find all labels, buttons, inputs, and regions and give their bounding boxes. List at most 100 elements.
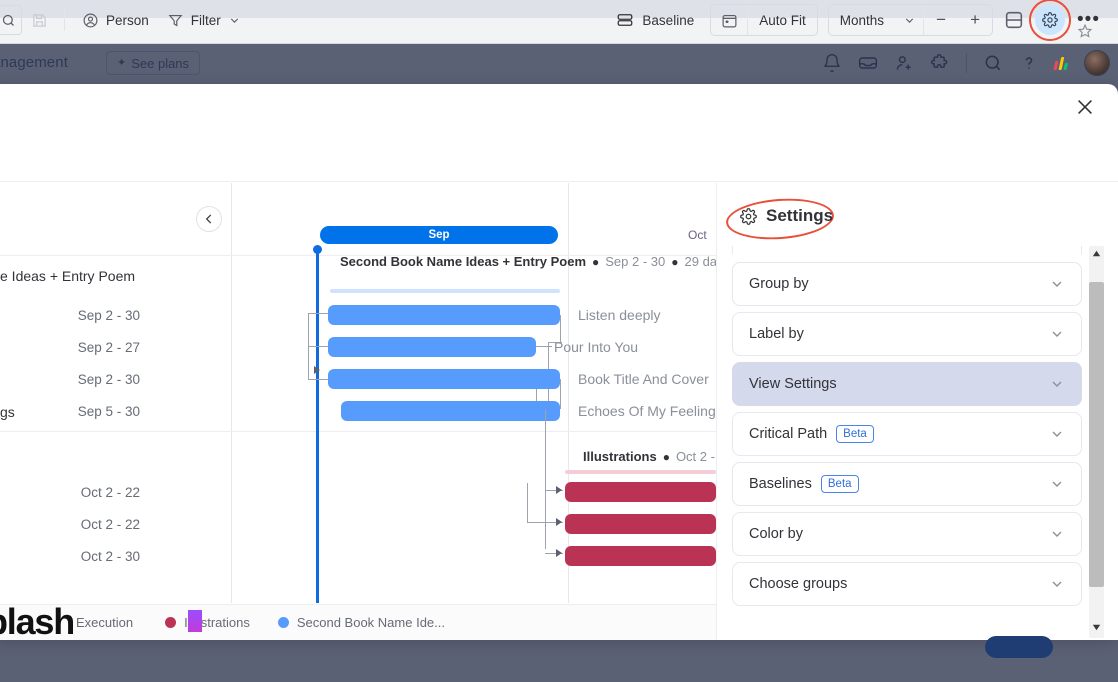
dependency-arrow-icon: [556, 549, 562, 557]
accordion-label: Baselines: [749, 476, 812, 492]
zoom-level-chevron[interactable]: [895, 5, 923, 35]
chevron-down-icon: [230, 17, 238, 23]
group-header-illustrations[interactable]: Illustrations ● Oct 2 -: [583, 449, 715, 464]
gantt-bar-label: Pour Into You: [554, 339, 639, 355]
avatar[interactable]: [1084, 50, 1110, 76]
table-cell-date[interactable]: Sep 2 - 27: [60, 340, 140, 355]
table-row-name[interactable]: gs: [0, 404, 15, 420]
gantt-bar-echoes-of-my-feelings[interactable]: [341, 401, 560, 421]
table-row-name[interactable]: e Ideas + Entry Poem: [0, 268, 135, 284]
group-date-range: Oct 2 -: [675, 449, 715, 464]
chevron-left-icon: [205, 214, 212, 224]
accordion-choose-groups[interactable]: Choose groups: [732, 562, 1082, 606]
dependency-arrow-icon: [556, 486, 562, 494]
accordion-critical-path[interactable]: Critical Path Beta: [732, 412, 1082, 456]
table-cell-date[interactable]: Oct 2 - 22: [60, 517, 140, 532]
legend-color-dot: [165, 617, 177, 628]
person-filter-button[interactable]: Person: [73, 5, 158, 35]
zoom-level-select[interactable]: Months: [829, 5, 895, 35]
accordion-label-by[interactable]: Label by: [732, 312, 1082, 356]
dependency-line: [560, 379, 562, 409]
timeline-month-divider: [568, 183, 569, 603]
month-header-oct[interactable]: Oct: [688, 228, 707, 242]
save-button[interactable]: [22, 5, 56, 35]
accordion-view-settings[interactable]: View Settings: [732, 362, 1082, 406]
gantt-bar-listen-deeply[interactable]: [328, 305, 560, 325]
legend-item-second-book[interactable]: Second Book Name Ide...: [277, 615, 445, 630]
group-progress-bar: [565, 470, 716, 474]
more-options-button[interactable]: •••: [1075, 10, 1102, 29]
group-header-second-book[interactable]: Second Book Name Ideas + Entry Poem ● Se…: [340, 254, 716, 269]
obscured-floating-button[interactable]: [985, 636, 1053, 658]
split-view-icon[interactable]: [1003, 9, 1025, 31]
inbox-icon[interactable]: [858, 53, 878, 73]
zoom-group: Months − +: [827, 4, 994, 36]
gantt-bar-illustration-3[interactable]: [565, 546, 716, 566]
settings-panel-title: Settings: [740, 206, 833, 226]
save-icon: [32, 13, 46, 27]
search-input[interactable]: [0, 5, 22, 35]
accordion-color-by[interactable]: Color by: [732, 512, 1082, 556]
close-icon[interactable]: [1074, 96, 1096, 118]
autofit-group: Auto Fit: [710, 4, 818, 36]
table-cell-date[interactable]: Oct 2 - 30: [60, 549, 140, 564]
invite-member-icon[interactable]: [894, 53, 914, 73]
group-date-range: Sep 2 - 30: [605, 254, 666, 269]
bullet-icon: ●: [662, 449, 670, 464]
gantt-bar-book-title-and-cover[interactable]: [328, 369, 560, 389]
autofit-button[interactable]: Auto Fit: [748, 5, 817, 35]
header-icon-bar: [822, 50, 1110, 76]
search-icon[interactable]: [983, 53, 1003, 73]
accordion-label: Choose groups: [749, 576, 848, 592]
settings-title-label: Settings: [766, 206, 834, 225]
chevron-down-icon: [1052, 281, 1062, 287]
table-cell-date[interactable]: Oct 2 - 22: [60, 485, 140, 500]
gantt-bar-pour-into-you[interactable]: [328, 337, 536, 357]
dependency-arrow-icon: [314, 366, 320, 374]
today-marker-line: [316, 249, 319, 603]
chevron-down-icon: [1052, 531, 1062, 537]
baseline-button[interactable]: Baseline: [610, 5, 700, 35]
see-plans-label: See plans: [131, 55, 190, 71]
gantt-bar-illustration-1[interactable]: [565, 482, 716, 502]
help-icon[interactable]: [1019, 53, 1039, 73]
table-cell-date[interactable]: Sep 5 - 30: [60, 404, 140, 419]
settings-accordion-list: Group by Label by View Settings Critical…: [730, 246, 1102, 638]
bullet-icon: ●: [592, 254, 600, 269]
settings-button-wrapper: [1026, 0, 1074, 44]
chevron-down-icon: [905, 17, 913, 23]
zoom-in-button[interactable]: +: [958, 5, 992, 35]
zoom-out-button[interactable]: −: [924, 5, 958, 35]
scroll-down-arrow-icon[interactable]: [1091, 622, 1102, 633]
month-header-sep[interactable]: Sep: [320, 226, 558, 244]
see-plans-button[interactable]: ✦ See plans: [106, 51, 201, 75]
group-progress-bar: [330, 289, 560, 293]
panel-left-border: [716, 183, 717, 640]
legend-color-dot: [277, 617, 289, 628]
legend-item-illustrations[interactable]: Illustrations: [165, 615, 250, 630]
chevron-down-icon: [1052, 331, 1062, 337]
calendar-button[interactable]: [711, 5, 747, 35]
gantt-bar-label: Book Title And Cover: [578, 371, 709, 387]
accordion-group-by[interactable]: Group by: [732, 262, 1082, 306]
scroll-up-arrow-icon[interactable]: [1091, 248, 1102, 259]
settings-scrollbar-thumb[interactable]: [1089, 282, 1104, 587]
gantt-toolbar: [0, 142, 1118, 182]
search-icon: [2, 14, 14, 26]
gear-icon: [740, 207, 757, 225]
chevron-down-icon: [1052, 481, 1062, 487]
settings-highlight-ring: [1026, 0, 1074, 44]
legend-item-execution[interactable]: Execution: [76, 615, 133, 630]
gantt-bar-illustration-2[interactable]: [565, 514, 716, 534]
filter-button[interactable]: Filter: [158, 5, 250, 35]
notifications-icon[interactable]: [822, 53, 842, 73]
table-cell-date[interactable]: Sep 2 - 30: [60, 308, 140, 323]
collapse-panel-button[interactable]: [196, 206, 222, 232]
header-divider: [966, 53, 967, 73]
accordion-label: Label by: [749, 326, 804, 342]
table-column-divider: [231, 183, 232, 603]
table-cell-date[interactable]: Sep 2 - 30: [60, 372, 140, 387]
accordion-baselines[interactable]: Baselines Beta: [732, 462, 1082, 506]
apps-puzzle-icon[interactable]: [930, 53, 950, 73]
accordion-label: Color by: [749, 526, 803, 542]
